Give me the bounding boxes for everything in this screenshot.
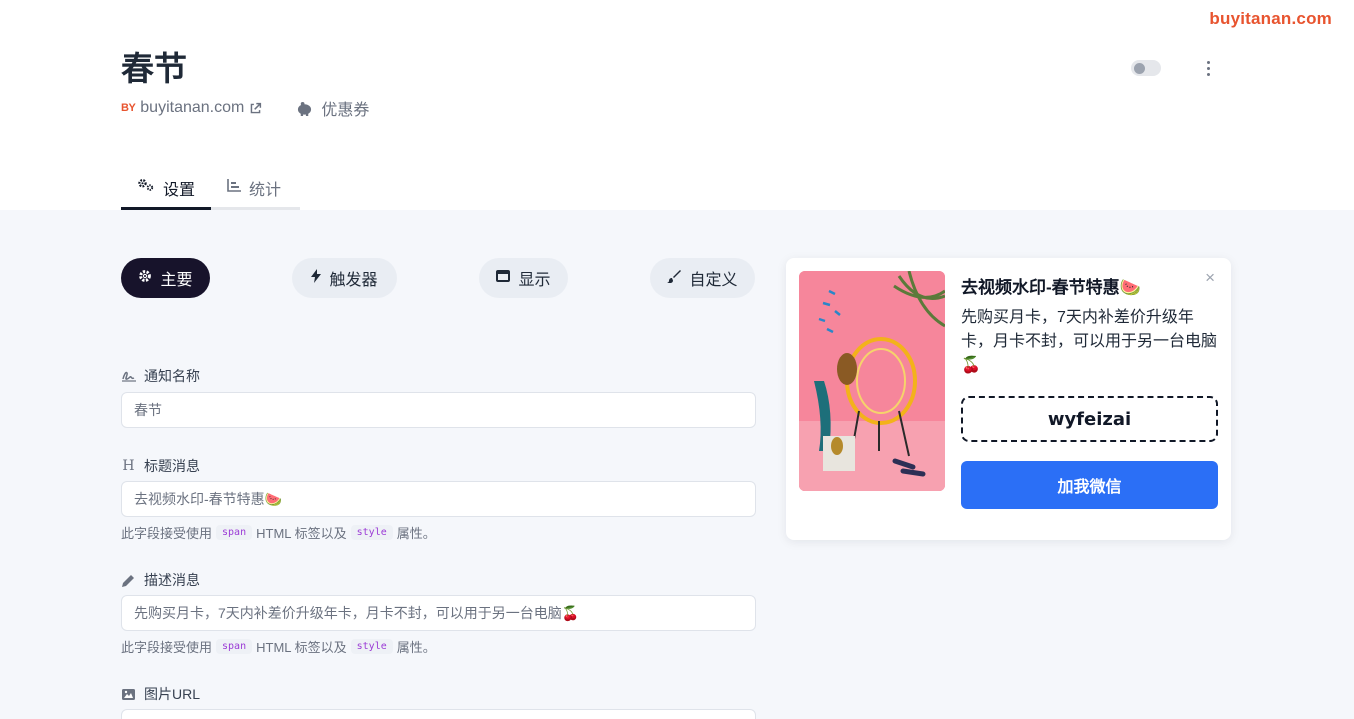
gears-icon	[137, 178, 155, 197]
tab-bar: 设置 统计	[121, 168, 300, 210]
coupon-code[interactable]: wyfeizai	[961, 396, 1218, 442]
tab-settings-label: 设置	[163, 181, 196, 199]
more-options-icon[interactable]	[1200, 58, 1216, 78]
hint-text: 属性。	[396, 526, 436, 541]
toggle-knob	[1134, 63, 1145, 74]
name-input[interactable]: 春节	[121, 392, 756, 428]
chart-icon	[227, 178, 242, 197]
image-url-input[interactable]	[121, 709, 756, 719]
site-link[interactable]: BY buyitanan.com	[121, 99, 262, 117]
watermark: buyitanan.com	[1209, 9, 1332, 28]
name-label-text: 通知名称	[144, 368, 200, 384]
pill-triggers[interactable]: 触发器	[292, 258, 397, 298]
header-meta: BY buyitanan.com 优惠券	[121, 96, 1221, 120]
title-input[interactable]: 去视频水印-春节特惠🍉	[121, 481, 756, 517]
brush-icon	[667, 269, 682, 288]
hint-text: 属性。	[396, 640, 436, 655]
close-icon[interactable]: ×	[1205, 268, 1215, 288]
code-span: span	[216, 525, 253, 540]
tab-stats[interactable]: 统计	[211, 168, 297, 207]
desc-label-text: 描述消息	[144, 572, 200, 588]
desc-input[interactable]: 先购买月卡，7天内补差价升级年卡，月卡不封，可以用于另一台电脑🍒	[121, 595, 756, 631]
external-link-icon	[249, 102, 262, 115]
pill-custom[interactable]: 自定义	[650, 258, 755, 298]
desc-label: 描述消息	[121, 570, 200, 590]
window-icon	[496, 269, 511, 287]
pill-main[interactable]: 主要	[121, 258, 210, 298]
signature-icon	[121, 370, 136, 382]
site-name: buyitanan.com	[140, 99, 245, 116]
heading-icon: H	[122, 458, 135, 474]
gear-icon	[138, 269, 152, 288]
by-badge: BY	[121, 102, 136, 114]
code-style: style	[350, 525, 393, 540]
name-label: 通知名称	[121, 366, 200, 386]
pill-custom-label: 自定义	[689, 272, 738, 289]
coupon-label: 优惠券	[321, 102, 370, 119]
cta-button[interactable]: 加我微信	[961, 461, 1218, 509]
title-label-text: 标题消息	[144, 458, 200, 474]
pencil-icon	[121, 574, 136, 587]
page-title: 春节	[121, 50, 187, 87]
tab-settings[interactable]: 设置	[121, 168, 212, 210]
notification-preview: × 去视频水印-春节特惠🍉 先购买月卡，7天内补差价升级年卡，月卡不封，可以用于…	[786, 258, 1231, 540]
hint-text: HTML 标签以及	[256, 640, 347, 655]
settings-panel: 主要 触发器 显示 自定义 通知名称 春节 H 标题消息 去视频水印-春节特惠🍉…	[0, 210, 1354, 719]
image-label: 图片URL	[121, 684, 200, 704]
tab-stats-label: 统计	[249, 181, 282, 199]
image-icon	[121, 688, 136, 700]
title-hint: 此字段接受使用 span HTML 标签以及 style 属性。	[121, 523, 436, 542]
code-style: style	[350, 639, 393, 654]
pill-triggers-label: 触发器	[329, 272, 378, 289]
desc-hint: 此字段接受使用 span HTML 标签以及 style 属性。	[121, 637, 436, 656]
hint-text: 此字段接受使用	[121, 526, 213, 541]
active-toggle[interactable]	[1131, 60, 1161, 76]
hint-text: HTML 标签以及	[256, 526, 347, 541]
pill-main-label: 主要	[160, 272, 193, 289]
preview-title: 去视频水印-春节特惠🍉	[961, 278, 1141, 297]
code-span: span	[216, 639, 253, 654]
piggy-bank-icon	[296, 101, 313, 116]
preview-image	[799, 271, 945, 491]
title-label: H 标题消息	[121, 456, 200, 476]
preview-description: 先购买月卡，7天内补差价升级年卡，月卡不封，可以用于另一台电脑🍒	[961, 309, 1218, 374]
hint-text: 此字段接受使用	[121, 640, 213, 655]
pill-display-label: 显示	[518, 272, 551, 289]
image-label-text: 图片URL	[144, 686, 201, 702]
bolt-icon	[311, 268, 322, 288]
pill-display[interactable]: 显示	[479, 258, 568, 298]
page-header: 春节 BY buyitanan.com 优惠券	[121, 48, 1221, 120]
coupon-link[interactable]: 优惠券	[296, 96, 369, 120]
